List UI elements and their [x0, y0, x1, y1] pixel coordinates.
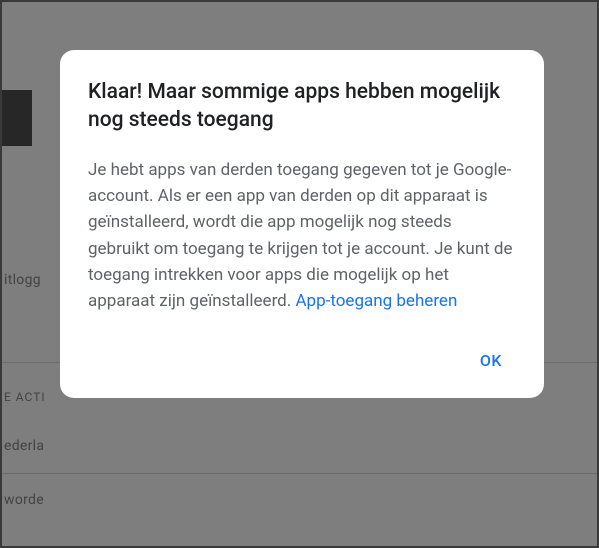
dialog-actions: OK: [88, 343, 516, 378]
dialog-title: Klaar! Maar sommige apps hebben mogelijk…: [88, 78, 516, 135]
confirmation-dialog: Klaar! Maar sommige apps hebben mogelijk…: [60, 50, 544, 398]
manage-app-access-link[interactable]: App-toegang beheren: [295, 291, 457, 311]
ok-button[interactable]: OK: [466, 343, 516, 378]
dialog-body: Je hebt apps van derden toegang gegeven …: [88, 157, 516, 315]
dialog-body-text: Je hebt apps van derden toegang gegeven …: [88, 160, 512, 312]
